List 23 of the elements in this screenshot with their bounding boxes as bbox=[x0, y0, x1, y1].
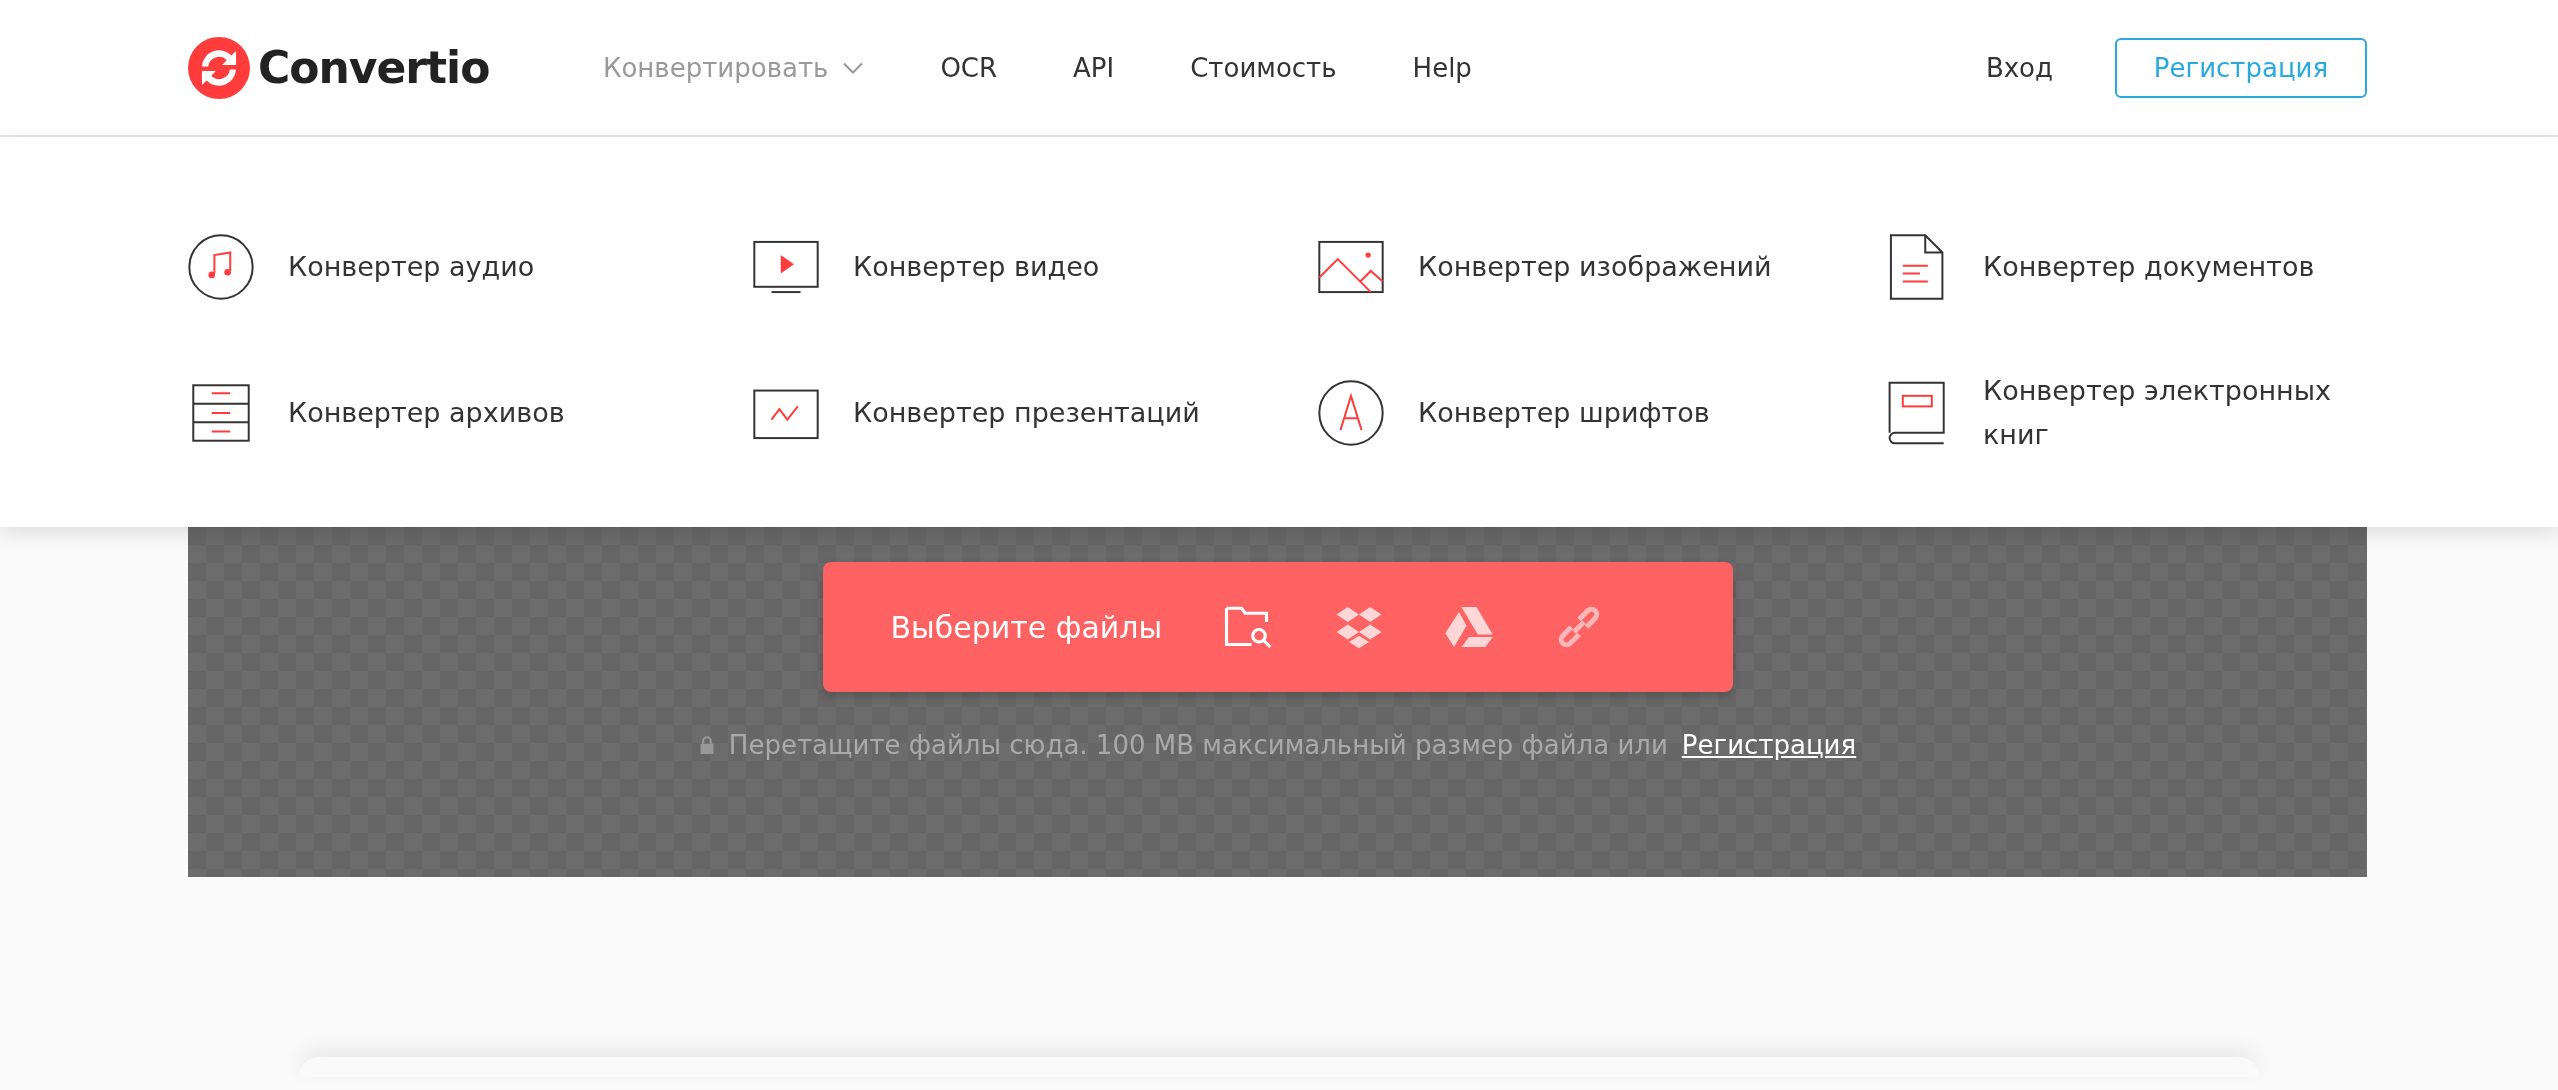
converter-link[interactable]: Конвертер архивов bbox=[288, 391, 565, 435]
register-link[interactable]: Регистрация bbox=[1681, 730, 1857, 760]
converter-link[interactable]: Конвертер документов bbox=[1983, 245, 2315, 289]
audio-converter-icon bbox=[188, 234, 254, 300]
nav-link[interactable]: Стоимость bbox=[1190, 52, 1337, 83]
file-drop-area[interactable]: Выберите файлы Перетащите файлы сюда. 100 MB максимальный размер файла или Регистрация bbox=[188, 527, 2367, 877]
nav-link[interactable]: Help bbox=[1412, 52, 1472, 83]
converter-link[interactable]: Конвертер презентаций bbox=[853, 391, 1200, 435]
box-stack-icon bbox=[1334, 604, 1385, 650]
lock-icon bbox=[698, 736, 715, 754]
logo-icon bbox=[188, 36, 250, 99]
nav-link[interactable]: OCR bbox=[940, 52, 998, 83]
converter-link[interactable]: Конвертер шрифтов bbox=[1418, 391, 1710, 435]
converter-link[interactable]: Конвертер аудио bbox=[288, 245, 535, 289]
triangle-icon bbox=[1444, 604, 1495, 650]
font-converter-icon bbox=[1318, 380, 1384, 446]
converter-link[interactable]: Конвертер электронных книг bbox=[1983, 369, 2343, 457]
login-link[interactable]: Вход bbox=[1985, 52, 2053, 83]
converter-link[interactable]: Конвертер видео bbox=[853, 245, 1100, 289]
logo-text[interactable]: Convertio bbox=[258, 42, 490, 93]
drop-hint-text: Перетащите файлы сюда. 100 MB максимальный размер файла или bbox=[728, 730, 1668, 760]
nav-link[interactable]: API bbox=[1073, 52, 1115, 83]
converter-link[interactable]: Конвертер изображений bbox=[1418, 245, 1772, 289]
